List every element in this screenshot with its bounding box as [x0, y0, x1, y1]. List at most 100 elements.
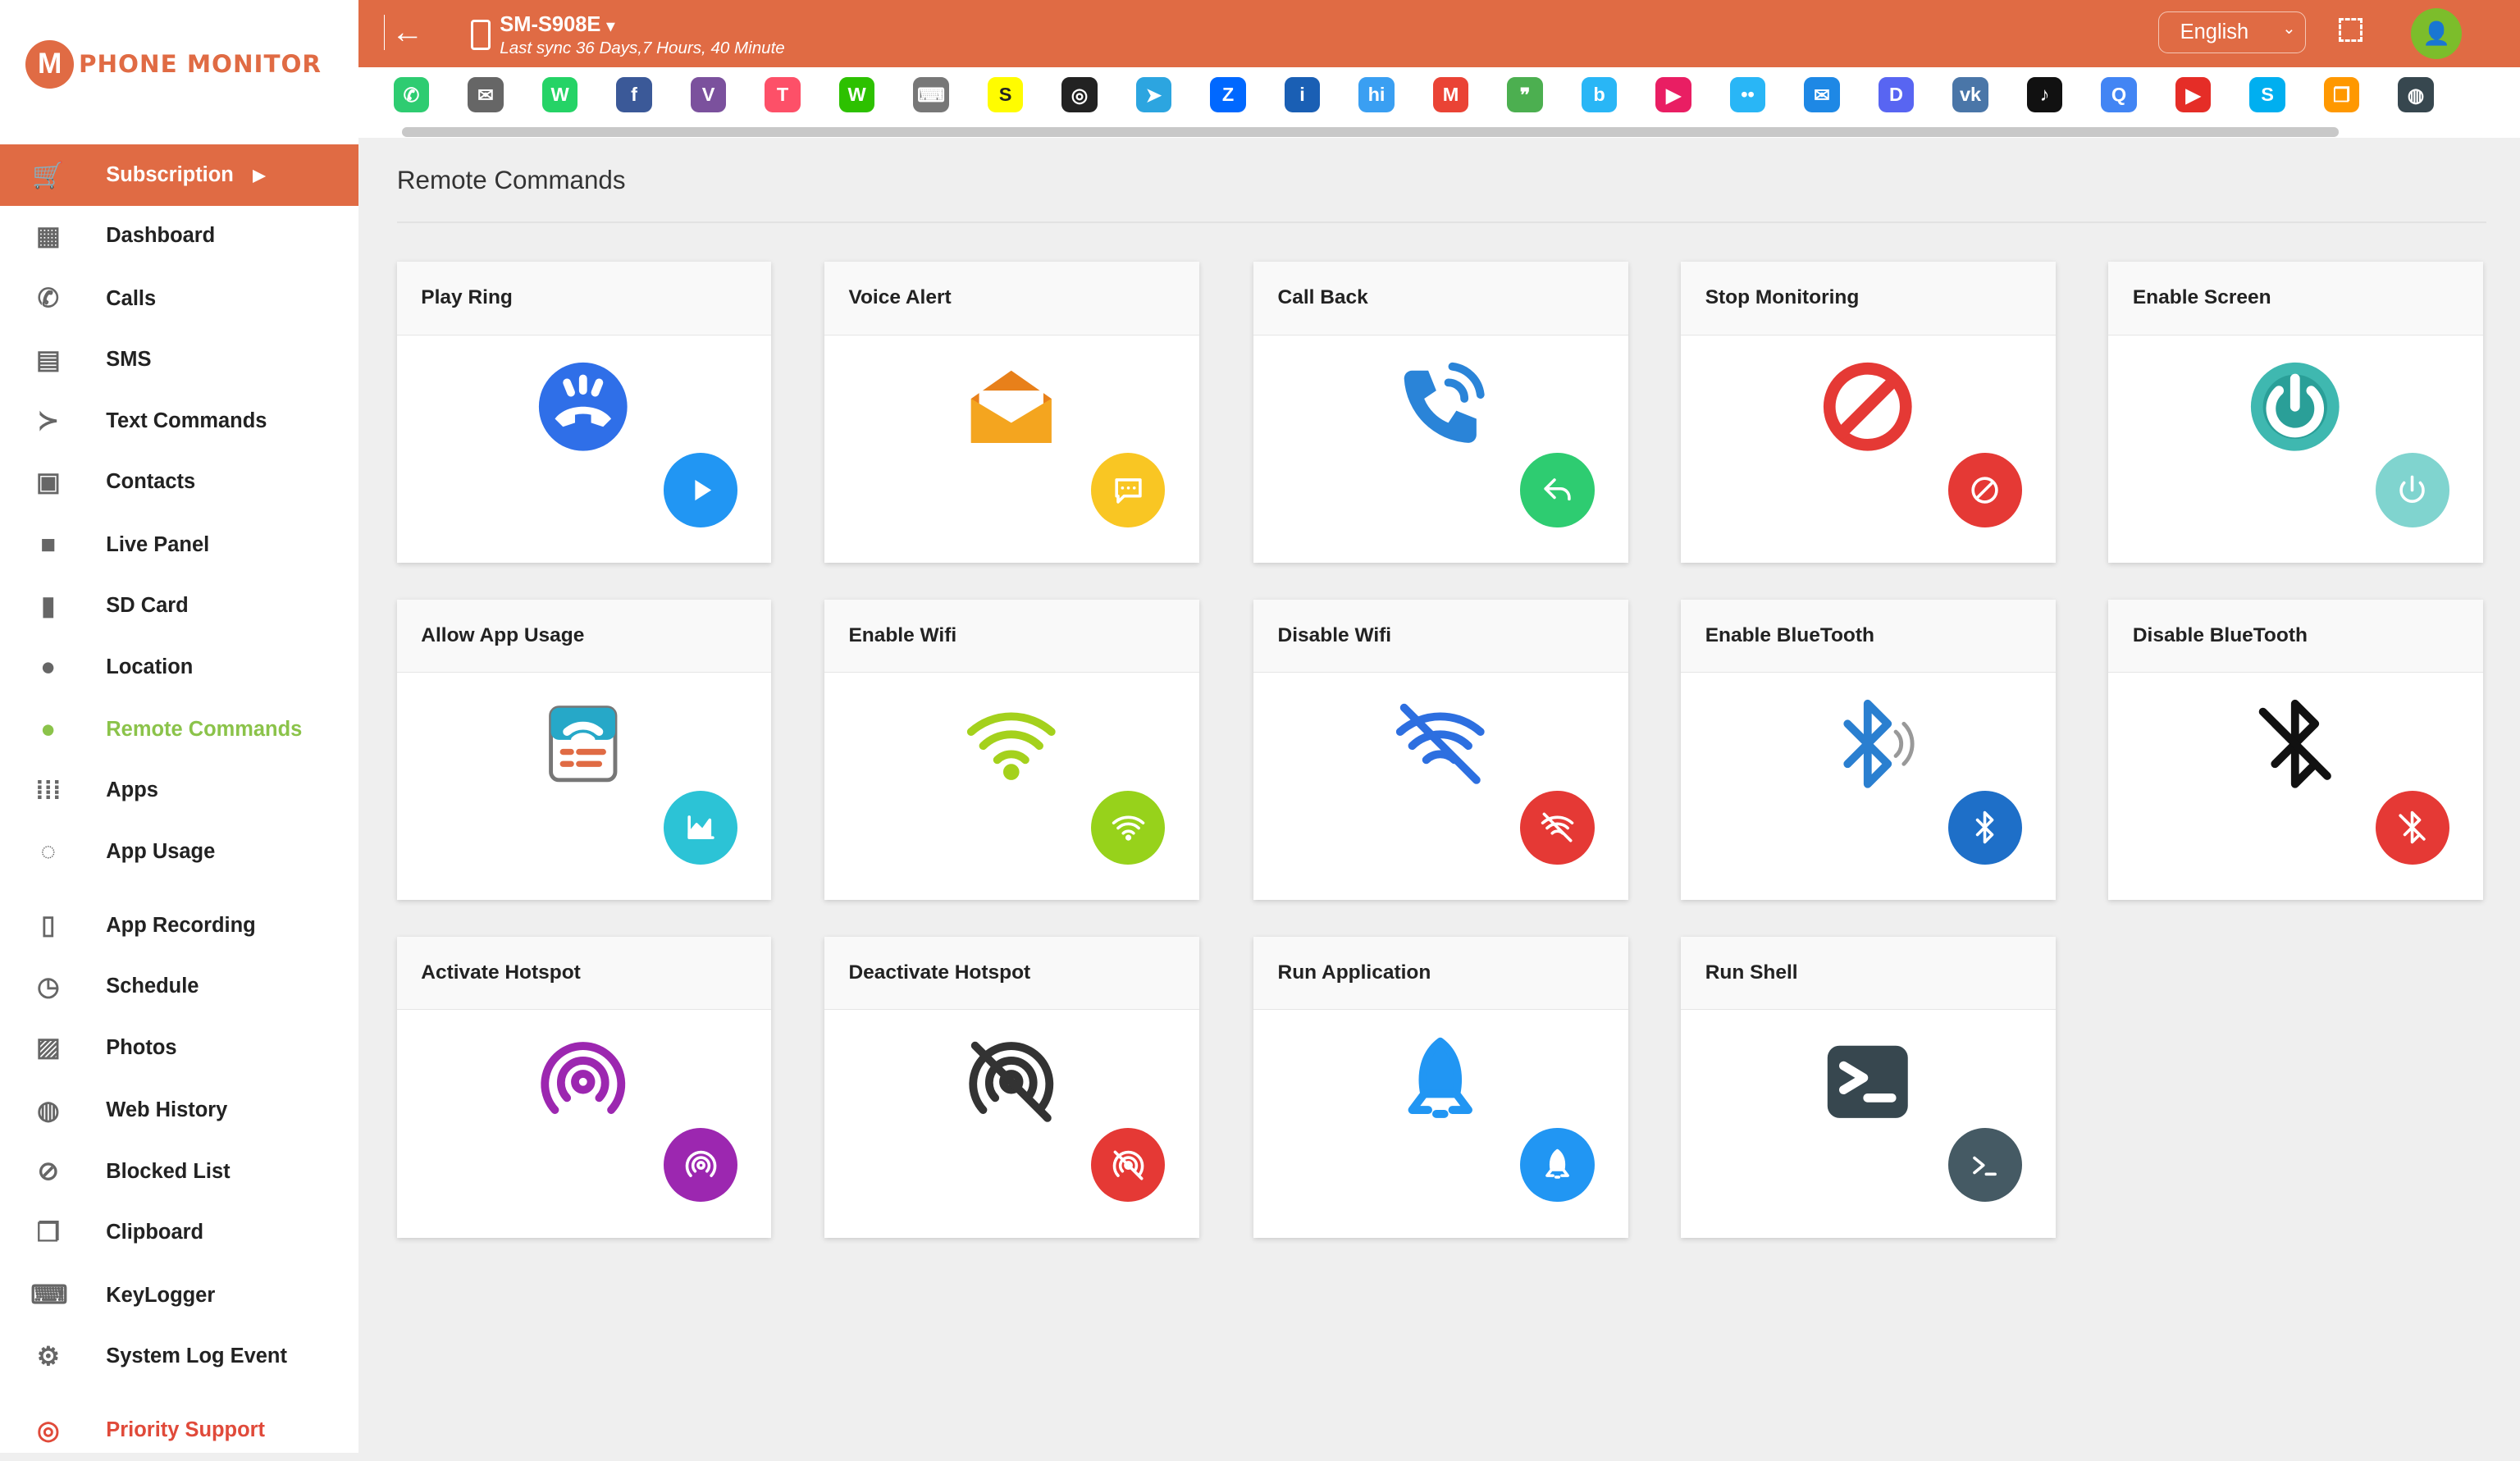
command-card-deactivate-hotspot[interactable]: Deactivate Hotspot [824, 937, 1199, 1238]
wechat-app-icon[interactable]: W [838, 77, 875, 113]
command-card-enable-bluetooth[interactable]: Enable BlueTooth [1681, 599, 2056, 901]
chevron-down-icon: ▾ [606, 16, 615, 35]
sidebar-item-remote-commands[interactable]: ● Remote Commands [0, 699, 358, 760]
sidebar-item-text-commands[interactable]: ≻ Text Commands [0, 390, 358, 451]
hangouts-app-icon[interactable]: ❞ [1507, 77, 1543, 113]
command-card-run-application[interactable]: Run Application [1253, 937, 1628, 1238]
sidebar-item-sd-card[interactable]: ▮ SD Card [0, 575, 358, 636]
facebook-app-icon[interactable]: f [616, 77, 652, 113]
language-select[interactable]: English ⌄ [2158, 11, 2307, 53]
sidebar-item-contacts[interactable]: ▣ Contacts [0, 452, 358, 513]
prohibit-button-icon[interactable] [1947, 453, 2022, 527]
sidebar-item-apps[interactable]: ⁞⁞⁞ Apps [0, 760, 358, 821]
sidebar-item-calls[interactable]: ✆ Calls [0, 268, 358, 329]
search-app-icon[interactable]: Q [2101, 77, 2137, 113]
command-card-run-shell[interactable]: Run Shell [1681, 937, 2056, 1238]
shell-button-icon[interactable] [1947, 1128, 2022, 1203]
video-chat-app-icon[interactable]: ▶ [1655, 77, 1691, 113]
bluetooth-button-icon[interactable] [1947, 790, 2022, 865]
cart-icon: 🛒 [32, 161, 65, 190]
wifi-off-button-icon[interactable] [1520, 790, 1595, 865]
sidebar-item-label: SMS [106, 348, 152, 372]
wifi-button-icon[interactable] [1091, 790, 1166, 865]
command-card-allow-app-usage[interactable]: Allow App Usage [396, 599, 772, 901]
location-icon: ● [40, 652, 57, 682]
sidebar-item-app-usage[interactable]: ◌ App Usage [0, 821, 358, 882]
command-card-enable-screen[interactable]: Enable Screen [2108, 262, 2483, 563]
sidebar-item-subscription[interactable]: 🛒 Subscription ▶ [0, 144, 358, 206]
chat-button-icon[interactable] [1091, 453, 1166, 527]
command-card-voice-alert[interactable]: Voice Alert [824, 262, 1199, 563]
zalo-app-icon[interactable]: Z [1210, 77, 1246, 113]
sidebar: M PHONE MONITOR 🛒 Subscription ▶ ▦ Dashboard… [0, 0, 358, 1454]
sidebar-item-photos[interactable]: ▨ Photos [0, 1017, 358, 1078]
gmail-app-icon[interactable]: M [1432, 77, 1469, 113]
chart-button-icon[interactable] [664, 790, 738, 865]
back-button[interactable]: ← [384, 14, 423, 50]
command-title: Disable Wifi [1253, 599, 1628, 673]
power-button-icon[interactable] [2375, 453, 2449, 527]
hotspot-off-icon [963, 1034, 1060, 1130]
remote-icon: ● [40, 715, 57, 744]
hotspot-button-icon[interactable] [664, 1128, 738, 1203]
hike-app-icon[interactable]: hi [1358, 77, 1395, 113]
vk-app-icon[interactable]: vk [1952, 77, 1988, 113]
play-button-icon[interactable] [664, 453, 738, 527]
messenger-app-icon[interactable]: ✉ [1804, 77, 1840, 113]
sidebar-item-clipboard[interactable]: ❐ Clipboard [0, 1202, 358, 1262]
command-card-play-ring[interactable]: Play Ring [396, 262, 772, 563]
tiktok-app-icon[interactable]: ♪ [2026, 77, 2063, 113]
avatar[interactable]: 👤 [2410, 7, 2463, 60]
sidebar-item-web-history[interactable]: ◍ Web History [0, 1080, 358, 1141]
command-card-stop-monitoring[interactable]: Stop Monitoring [1681, 262, 2056, 563]
wifi-off-icon [1392, 696, 1489, 792]
hotspot-off-button-icon[interactable] [1091, 1128, 1166, 1203]
sidebar-item-label: Schedule [106, 975, 199, 998]
snapchat-app-icon[interactable]: S [987, 77, 1024, 113]
skype-app-icon[interactable]: S [2249, 77, 2285, 113]
sidebar-item-app-recording[interactable]: ▯ App Recording [0, 895, 358, 956]
command-card-enable-wifi[interactable]: Enable Wifi [824, 599, 1199, 901]
bip-app-icon[interactable]: b [1581, 77, 1618, 113]
discord-app-icon[interactable]: D [1878, 77, 1915, 113]
bluetooth-off-button-icon[interactable] [2375, 790, 2449, 865]
reply-button-icon[interactable] [1520, 453, 1595, 527]
device-icon [471, 19, 491, 50]
sidebar-item-location[interactable]: ● Location [0, 637, 358, 697]
sidebar-item-sms[interactable]: ▤ SMS [0, 330, 358, 390]
command-card-disable-bluetooth[interactable]: Disable BlueTooth [2108, 599, 2483, 901]
youtube-app-icon[interactable]: ▶ [2175, 77, 2212, 113]
tinder-app-icon[interactable]: T [765, 77, 801, 113]
sidebar-item-dashboard[interactable]: ▦ Dashboard [0, 206, 358, 267]
telegram-app-icon[interactable]: ➤ [1135, 77, 1172, 113]
power-icon [2247, 358, 2344, 455]
email-app-icon[interactable]: ✉ [468, 77, 504, 113]
phone-icon: ✆ [37, 284, 59, 313]
fullscreen-icon[interactable] [2338, 17, 2363, 43]
sidebar-item-blocked-list[interactable]: ⊘ Blocked List [0, 1141, 358, 1202]
imo-app-icon[interactable]: i [1284, 77, 1321, 113]
browser-app-icon[interactable]: ◍ [2398, 77, 2434, 113]
prohibit-icon [1819, 358, 1916, 455]
horizontal-scrollbar[interactable] [401, 126, 2339, 137]
command-card-disable-wifi[interactable]: Disable Wifi [1253, 599, 1628, 901]
sidebar-item-schedule[interactable]: ◷ Schedule [0, 956, 358, 1017]
instagram-app-icon[interactable]: ◎ [1061, 77, 1098, 113]
sidebar-item-system-log-event[interactable]: ⚙ System Log Event [0, 1326, 358, 1386]
files-app-icon[interactable]: ❐ [2323, 77, 2360, 113]
rocket-button-icon[interactable] [1520, 1128, 1595, 1203]
command-card-call-back[interactable]: Call Back [1253, 262, 1628, 563]
caret-right-icon: ▶ [253, 166, 266, 185]
sidebar-item-priority-support[interactable]: ◎ Priority Support [0, 1399, 358, 1460]
whatsapp-app-icon[interactable]: W [541, 77, 578, 113]
logo[interactable]: M PHONE MONITOR [25, 39, 322, 89]
flickr-app-icon[interactable]: •• [1729, 77, 1766, 113]
device-selector[interactable]: SM-S908E ▾ [500, 13, 614, 37]
keyboard-app-icon[interactable]: ⌨ [913, 77, 949, 113]
wifi-icon [963, 696, 1060, 792]
sidebar-item-keylogger[interactable]: ⌨ KeyLogger [0, 1265, 358, 1326]
viber-app-icon[interactable]: V [690, 77, 727, 113]
command-card-activate-hotspot[interactable]: Activate Hotspot [396, 937, 772, 1238]
sidebar-item-live-panel[interactable]: ■ Live Panel [0, 514, 358, 575]
calls-app-icon[interactable]: ✆ [393, 77, 430, 113]
